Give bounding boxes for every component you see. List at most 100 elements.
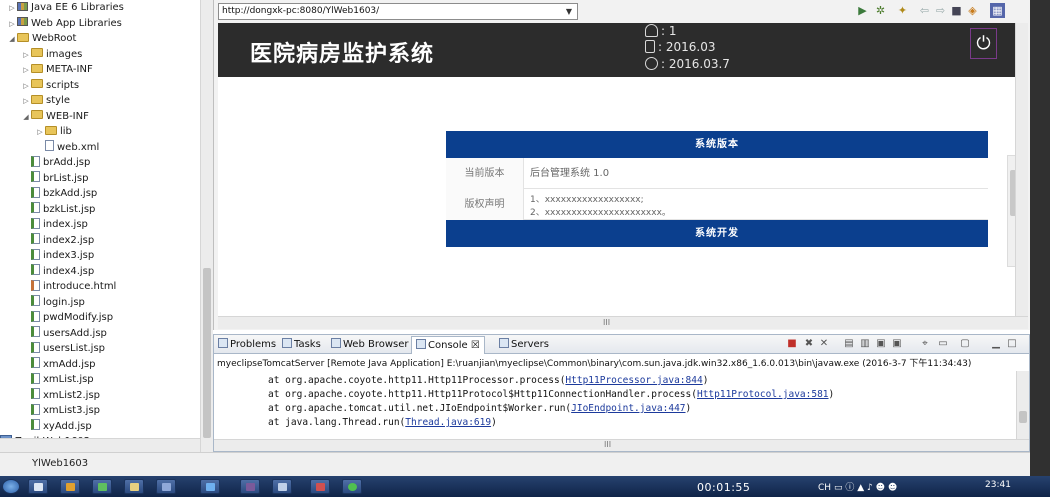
taskbar-app-9[interactable] [310, 479, 330, 494]
refresh-icon[interactable]: ◈ [965, 3, 980, 18]
back-icon[interactable]: ⇦ [917, 3, 932, 18]
tree-item-label: lib [60, 126, 72, 137]
collapse-arrow-icon[interactable]: ▷ [36, 125, 44, 140]
scroll-lock-icon[interactable]: ▥ [859, 338, 871, 350]
clear-console-icon[interactable]: ▤ [843, 338, 855, 350]
tree-item[interactable]: xmList.jsp [22, 372, 94, 387]
pin-console-icon[interactable]: ⌖ [919, 338, 931, 350]
tree-item[interactable]: xmList3.jsp [22, 403, 100, 418]
tree-item[interactable]: ▷ lib [36, 124, 72, 139]
browser-menu-icon[interactable]: ▦ [990, 3, 1005, 18]
taskbar-myeclipse[interactable] [240, 479, 260, 494]
collapse-arrow-icon[interactable]: ▷ [22, 94, 30, 109]
stack-link[interactable]: JIoEndpoint.java:447 [571, 403, 685, 414]
clock-date: : 2016.03.7 [645, 56, 730, 72]
forward-icon[interactable]: ⇨ [933, 3, 948, 18]
url-dropdown-icon[interactable]: ▼ [566, 4, 572, 19]
collapse-arrow-icon[interactable]: ▷ [8, 17, 16, 32]
tree-item-label: xmList3.jsp [43, 405, 101, 416]
show-on-output-icon[interactable]: ▣ [875, 338, 887, 350]
tree-item[interactable]: ◢ WEB-INF [22, 109, 89, 124]
tree-item[interactable]: pwdModify.jsp [22, 310, 113, 325]
tree-item[interactable]: web.xml [36, 140, 99, 155]
taskbar-app-8[interactable] [272, 479, 292, 494]
tree-vertical-scrollbar[interactable] [200, 0, 213, 452]
tree-item[interactable]: ▷ Java EE 6 Libraries [8, 0, 124, 15]
tree-item[interactable]: index4.jsp [22, 264, 94, 279]
power-button[interactable]: ⏻ [970, 28, 997, 59]
tree-item[interactable]: brList.jsp [22, 171, 88, 186]
minimize-icon[interactable]: ▁ [990, 338, 1002, 350]
remove-launch-icon[interactable]: ✖ [803, 338, 815, 350]
tree-item[interactable]: bzkAdd.jsp [22, 186, 97, 201]
tab-servers[interactable]: Servers [499, 337, 549, 352]
tree-item[interactable]: ▷ Web App Libraries [8, 16, 122, 31]
collapse-arrow-icon[interactable]: ▷ [22, 48, 30, 63]
debug-icon[interactable]: ✲ [873, 3, 888, 18]
browser-horizontal-scrollbar[interactable]: III [218, 316, 1028, 329]
tree-item[interactable]: ▷ scripts [22, 78, 79, 93]
tree-horizontal-scrollbar[interactable] [0, 438, 200, 452]
problems-icon [218, 338, 228, 348]
tree-item[interactable]: xmAdd.jsp [22, 357, 96, 372]
console-output[interactable]: at org.apache.coyote.http11.Http11Proces… [214, 371, 1016, 440]
run-config-icon[interactable]: ✦ [895, 3, 910, 18]
new-console-icon[interactable]: ▢ [959, 338, 971, 350]
url-bar[interactable]: http://dongxk-pc:8080/YlWeb1603/ ▼ [218, 3, 578, 20]
tree-item-label: images [46, 48, 83, 60]
clock-date-text: : 2016.03.7 [661, 57, 730, 71]
tree-item[interactable]: ▷ style [22, 93, 70, 108]
taskbar-app-10[interactable] [342, 479, 362, 494]
terminate-icon[interactable]: ■ [786, 338, 798, 350]
tree-item[interactable]: bzkList.jsp [22, 202, 95, 217]
taskbar-app-3[interactable] [92, 479, 112, 494]
expand-arrow-icon[interactable]: ◢ [8, 32, 16, 47]
collapse-arrow-icon[interactable]: ▷ [22, 79, 30, 94]
taskbar-ie[interactable] [200, 479, 220, 494]
stack-link[interactable]: Thread.java:619 [405, 417, 491, 428]
tree-item[interactable]: index3.jsp [22, 248, 94, 263]
taskbar-app-1[interactable] [28, 479, 48, 494]
browser-vertical-scrollbar[interactable] [1015, 23, 1028, 316]
tree-item[interactable]: xmList2.jsp [22, 388, 100, 403]
remove-all-icon[interactable]: ✕ [818, 338, 830, 350]
tree-item[interactable]: usersAdd.jsp [22, 326, 107, 341]
tree-item[interactable]: introduce.html [22, 279, 116, 294]
taskbar-app-4[interactable] [124, 479, 144, 494]
tree-item-label: usersList.jsp [43, 343, 106, 354]
display-console-icon[interactable]: ▭ [937, 338, 949, 350]
system-tray[interactable]: CH ▭ ⓘ ▲ ♪ ☻ ☻ [818, 480, 897, 493]
stack-link[interactable]: Http11Protocol.java:581 [697, 389, 829, 400]
start-button[interactable] [2, 479, 20, 494]
maximize-icon[interactable]: □ [1006, 338, 1018, 350]
console-horizontal-scrollbar[interactable]: III [214, 439, 1029, 451]
tree-item[interactable]: usersList.jsp [22, 341, 105, 356]
tab-problems[interactable]: Problems [218, 337, 276, 352]
tree-item[interactable]: ◢ WebRoot [8, 31, 76, 46]
tree-scroll-thumb[interactable] [203, 268, 211, 438]
show-on-error-icon[interactable]: ▣ [891, 338, 903, 350]
table-scrollbar[interactable] [1007, 155, 1015, 267]
stop-icon[interactable]: ■ [949, 3, 964, 18]
console-vertical-scrollbar[interactable] [1016, 371, 1029, 440]
taskbar-app-2[interactable] [60, 479, 80, 494]
collapse-arrow-icon[interactable]: ▷ [8, 1, 16, 16]
tab-tasks[interactable]: Tasks [282, 337, 321, 352]
tab-console[interactable]: Console ☒ [411, 336, 485, 354]
tree-item[interactable]: index.jsp [22, 217, 88, 232]
go-icon[interactable]: ▶ [855, 3, 870, 18]
tree-item[interactable]: brAdd.jsp [22, 155, 90, 170]
expand-arrow-icon[interactable]: ◢ [22, 110, 30, 125]
tree-item[interactable]: ▷ META-INF [22, 62, 93, 77]
tree-item[interactable]: ▷ images [22, 47, 82, 62]
collapse-arrow-icon[interactable]: ▷ [22, 63, 30, 78]
tree-item[interactable]: xyAdd.jsp [22, 419, 92, 434]
tab-web-browser[interactable]: Web Browser [331, 337, 409, 352]
tree-item[interactable]: login.jsp [22, 295, 85, 310]
tree-item-label: META-INF [46, 64, 93, 75]
taskbar-app-5[interactable] [156, 479, 176, 494]
close-icon[interactable]: ☒ [471, 340, 480, 351]
console-scroll-thumb[interactable] [1019, 411, 1027, 423]
stack-link[interactable]: Http11Processor.java:844 [565, 375, 702, 386]
tree-item[interactable]: index2.jsp [22, 233, 94, 248]
